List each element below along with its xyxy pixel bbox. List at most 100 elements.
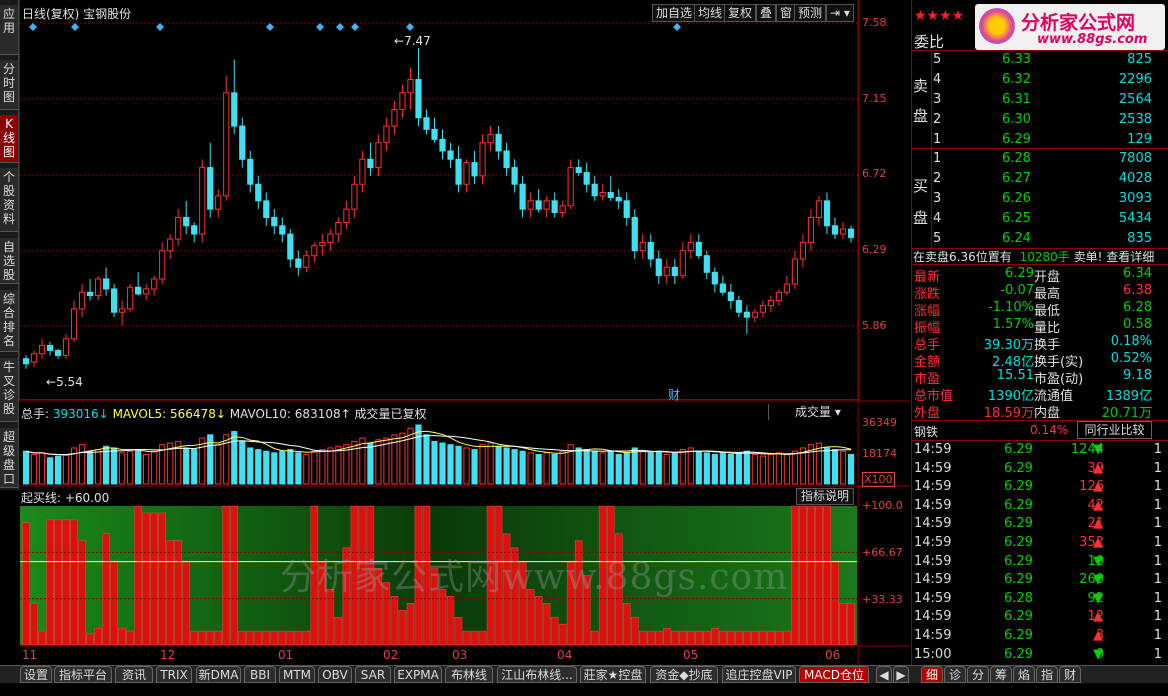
finance-marker[interactable]: 财 xyxy=(668,386,680,403)
price-axis-1: 7.58 xyxy=(862,16,887,29)
volume-bar xyxy=(22,450,30,485)
volume-bar xyxy=(119,452,126,485)
volume-bar xyxy=(511,449,518,485)
candle-body xyxy=(599,192,606,197)
volume-bar xyxy=(735,452,742,485)
indicator-tab[interactable]: EXPMA xyxy=(394,666,442,683)
sell-level-row[interactable]: 1 6.29 129 xyxy=(912,132,1152,152)
volume-bar xyxy=(30,454,38,485)
indicator-bar xyxy=(214,630,222,646)
candle-body xyxy=(655,258,662,277)
signal-diamond-icon xyxy=(29,23,37,31)
sector-compare-button[interactable]: 同行业比较 xyxy=(1077,421,1152,439)
volume-bar xyxy=(263,450,270,485)
right-panel-tab[interactable]: 焰 xyxy=(1013,666,1035,683)
indicator-tab[interactable]: 布林线 xyxy=(445,666,493,683)
indicator-bar xyxy=(719,630,727,646)
trade-row: 14:59 6.29 42 ▲ 1 xyxy=(912,498,1166,518)
volume-bar xyxy=(54,455,62,485)
indicator-tab[interactable]: 江山布林线... xyxy=(497,666,577,683)
indicator-tab[interactable]: 莊家★控盘 xyxy=(580,666,646,683)
indicator-tab[interactable]: OBV xyxy=(318,666,352,683)
right-panel-tab[interactable]: 细 xyxy=(921,666,943,683)
candle-body xyxy=(703,255,710,273)
indicator-bar xyxy=(679,630,687,646)
indicator-bar xyxy=(622,603,631,646)
logo-flower-icon xyxy=(979,8,1015,44)
volume-bar xyxy=(183,447,190,485)
trade-row: 15:00 6.29 0 ▼ 1 xyxy=(912,647,1166,667)
indicator-tab[interactable]: 追庄控盘VIP xyxy=(722,666,796,683)
trade-price: 6.29 xyxy=(1004,479,1033,495)
right-panel-tab[interactable]: 指 xyxy=(1036,666,1058,683)
indicator-tab[interactable]: MACD仓位 xyxy=(799,666,869,683)
sector-name[interactable]: 钢铁 xyxy=(914,423,938,440)
candle-body xyxy=(255,183,262,202)
volume-bar xyxy=(631,447,638,485)
indicator-bar xyxy=(815,505,823,646)
volume-bar xyxy=(303,454,310,485)
right-panel-tab[interactable]: 财 xyxy=(1059,666,1081,683)
candle-body xyxy=(495,133,502,152)
indicator-tab[interactable]: 资讯 xyxy=(115,666,153,683)
buy-level-row[interactable]: 1 6.28 7808 xyxy=(912,151,1152,171)
indicator-bar xyxy=(390,596,399,646)
volume-bar xyxy=(823,447,831,485)
buy-level-row[interactable]: 3 6.26 3093 xyxy=(912,191,1152,211)
trade-row: 14:59 6.28 92 ▼ 1 xyxy=(912,591,1166,611)
right-panel-tab[interactable]: 筹 xyxy=(990,666,1012,683)
stat-value: 6.29 xyxy=(1005,266,1034,281)
candle-body xyxy=(151,278,158,290)
volume-bar xyxy=(239,440,246,485)
volume-bar xyxy=(86,450,94,485)
order-notice[interactable]: 在卖盘6.36位置有 10280手 卖单! 查看详细 xyxy=(913,248,1154,265)
scroll-left-icon[interactable]: ◀ xyxy=(876,666,892,683)
volume-bar xyxy=(311,450,318,485)
volume-bar xyxy=(135,449,142,485)
trade-count: 1 xyxy=(1153,628,1162,643)
candle-body xyxy=(111,288,118,313)
indicator-bar xyxy=(262,630,271,646)
indicator-tab[interactable]: 设置 xyxy=(20,666,52,683)
indicator-tab[interactable]: 新DMA xyxy=(196,666,241,683)
indicator-tab[interactable]: 指标平台 xyxy=(54,666,112,683)
logo-text: 分析家公式网 xyxy=(1021,12,1136,34)
sell-level-row[interactable]: 4 6.32 2296 xyxy=(912,72,1152,92)
volume-bar xyxy=(495,445,502,485)
volume-bar xyxy=(335,445,342,485)
indicator-help-button[interactable]: 指标说明 xyxy=(796,488,855,505)
indicator-tab[interactable]: 资金◆抄底 xyxy=(650,666,718,683)
indicator-tab[interactable]: BBI xyxy=(244,666,276,683)
indicator-bar xyxy=(847,603,855,646)
candle-body xyxy=(119,308,126,313)
indicator-tab[interactable]: SAR xyxy=(355,666,391,683)
level-number: 3 xyxy=(933,191,942,206)
indicator-bar xyxy=(751,630,759,646)
arrow-up-icon: ▲ xyxy=(1093,609,1103,625)
quote-stat-row: 总市值 1390亿 流通值 1389亿 xyxy=(912,385,1152,404)
level-number: 1 xyxy=(933,151,942,166)
indicator-bar xyxy=(663,628,671,646)
indicator-bar xyxy=(102,533,110,646)
volume-bar xyxy=(847,454,855,485)
sell-level-row[interactable]: 5 6.33 825 xyxy=(912,52,1152,72)
right-panel-tab[interactable]: 分 xyxy=(967,666,989,683)
volume-axis-high: 36349 xyxy=(862,416,897,429)
sell-level-row[interactable]: 3 6.31 2564 xyxy=(912,92,1152,112)
trade-time: 14:59 xyxy=(914,516,952,532)
right-panel-tab[interactable]: 诊 xyxy=(944,666,966,683)
indicator-tab[interactable]: MTM xyxy=(279,666,315,683)
candle-body xyxy=(767,300,775,307)
stat-label: 外盘 xyxy=(914,406,941,421)
indicator-bar xyxy=(823,505,831,646)
candle-body xyxy=(799,241,807,260)
buy-level-row[interactable]: 4 6.25 5434 xyxy=(912,211,1152,231)
indicator-tab[interactable]: TRIX xyxy=(156,666,192,683)
sell-level-row[interactable]: 2 6.30 2538 xyxy=(912,112,1152,132)
buy-level-row[interactable]: 2 6.27 4028 xyxy=(912,171,1152,191)
scroll-right-icon[interactable]: ▶ xyxy=(893,666,909,683)
x-axis-tick: 05 xyxy=(683,648,699,662)
indicator-bar xyxy=(182,561,190,646)
stat-value: 18.59万 xyxy=(983,406,1034,421)
volume-indicator-select[interactable]: 成交量 ▾ xyxy=(768,404,858,420)
